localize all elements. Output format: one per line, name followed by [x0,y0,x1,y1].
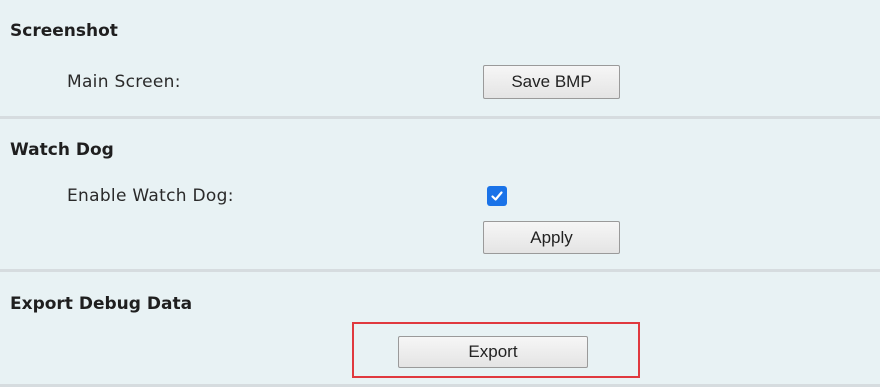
screenshot-section: Screenshot Main Screen: Save BMP [0,0,880,119]
section-title-export-debug: Export Debug Data [10,294,193,314]
enable-watchdog-checkbox[interactable] [487,186,507,206]
checkmark-icon [491,191,503,201]
save-bmp-button[interactable]: Save BMP [483,65,620,99]
main-screen-label: Main Screen: [67,72,181,92]
highlight-box [352,322,640,378]
watchdog-section: Watch Dog Enable Watch Dog: Apply [0,119,880,272]
apply-button[interactable]: Apply [483,221,620,254]
section-title-watchdog: Watch Dog [10,140,114,160]
enable-watchdog-label: Enable Watch Dog: [67,186,234,206]
section-title-screenshot: Screenshot [10,21,118,41]
settings-panel: Screenshot Main Screen: Save BMP Watch D… [0,0,880,387]
